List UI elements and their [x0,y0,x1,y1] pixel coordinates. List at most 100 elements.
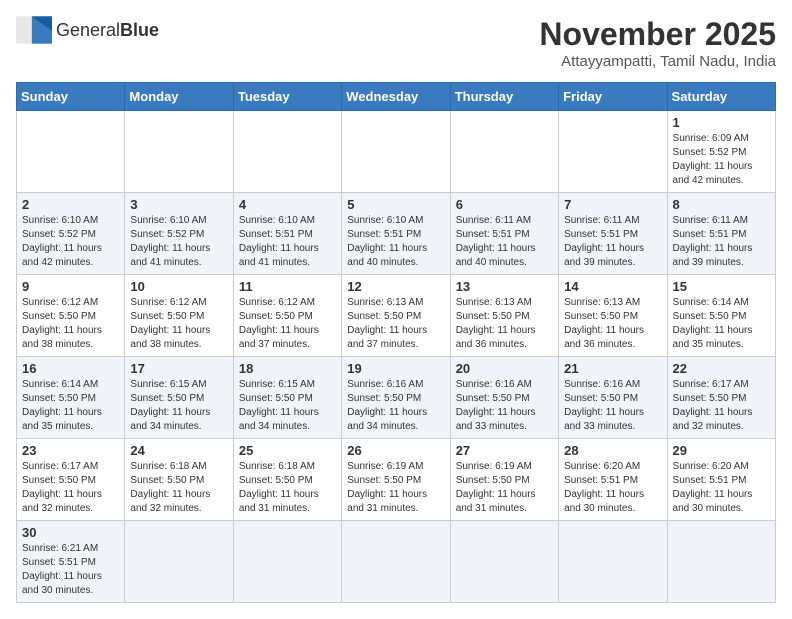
day-number: 30 [22,525,119,540]
calendar-cell [125,521,233,603]
day-info: Sunrise: 6:13 AMSunset: 5:50 PMDaylight:… [564,296,661,352]
calendar-cell: 26Sunrise: 6:19 AMSunset: 5:50 PMDayligh… [342,439,450,521]
day-number: 7 [564,197,661,212]
weekday-header-friday: Friday [559,83,667,111]
day-info: Sunrise: 6:12 AMSunset: 5:50 PMDaylight:… [22,296,119,352]
calendar-week-row: 23 Sunrise: 6:17 AMSunset: 5:50 PMDayligh… [17,439,776,521]
day-info: Sunrise: 6:10 AMSunset: 5:51 PMDaylight:… [347,214,444,270]
day-number: 8 [673,197,770,212]
day-number: 17 [130,361,227,376]
logo-text: GeneralBlue [56,20,159,41]
calendar-cell: 6 Sunrise: 6:11 AMSunset: 5:51 PMDaylight… [450,193,558,275]
day-number: 11 [239,279,336,294]
calendar-cell [233,521,341,603]
day-info: Sunrise: 6:14 AMSunset: 5:50 PMDaylight:… [22,378,119,434]
calendar-cell [559,111,667,193]
day-info: Sunrise: 6:18 AMSunset: 5:50 PMDaylight:… [239,460,336,516]
day-info: Sunrise: 6:12 AMSunset: 5:50 PMDaylight:… [239,296,336,352]
day-info: Sunrise: 6:20 AMSunset: 5:51 PMDaylight:… [673,460,770,516]
day-number: 25 [239,443,336,458]
day-number: 23 [22,443,119,458]
day-info: Sunrise: 6:19 AMSunset: 5:50 PMDaylight:… [347,460,444,516]
weekday-header-sunday: Sunday [17,83,125,111]
calendar-cell: 24 Sunrise: 6:18 AMSunset: 5:50 PMDayligh… [125,439,233,521]
day-number: 29 [673,443,770,458]
title-area: November 2025 Attayyampatti, Tamil Nadu,… [539,16,776,70]
calendar-cell: 1 Sunrise: 6:09 AMSunset: 5:52 PMDaylight… [667,111,775,193]
day-number: 27 [456,443,553,458]
calendar-cell: 2 Sunrise: 6:10 AMSunset: 5:52 PMDaylight… [17,193,125,275]
day-info: Sunrise: 6:15 AMSunset: 5:50 PMDaylight:… [130,378,227,434]
day-number: 13 [456,279,553,294]
calendar-cell: 7Sunrise: 6:11 AMSunset: 5:51 PMDaylight… [559,193,667,275]
calendar-cell: 9 Sunrise: 6:12 AMSunset: 5:50 PMDaylight… [17,275,125,357]
day-number: 24 [130,443,227,458]
day-info: Sunrise: 6:14 AMSunset: 5:50 PMDaylight:… [673,296,770,352]
day-number: 20 [456,361,553,376]
day-number: 2 [22,197,119,212]
day-info: Sunrise: 6:17 AMSunset: 5:50 PMDaylight:… [673,378,770,434]
day-info: Sunrise: 6:10 AMSunset: 5:52 PMDaylight:… [22,214,119,270]
calendar-cell: 16Sunrise: 6:14 AMSunset: 5:50 PMDayligh… [17,357,125,439]
day-info: Sunrise: 6:10 AMSunset: 5:51 PMDaylight:… [239,214,336,270]
calendar-cell [450,111,558,193]
calendar-cell [559,521,667,603]
day-number: 19 [347,361,444,376]
day-info: Sunrise: 6:09 AMSunset: 5:52 PMDaylight:… [673,132,770,188]
day-info: Sunrise: 6:18 AMSunset: 5:50 PMDaylight:… [130,460,227,516]
calendar-cell [667,521,775,603]
month-title: November 2025 [539,16,776,53]
calendar-cell: 10Sunrise: 6:12 AMSunset: 5:50 PMDayligh… [125,275,233,357]
weekday-header-tuesday: Tuesday [233,83,341,111]
day-number: 15 [673,279,770,294]
calendar-cell: 4 Sunrise: 6:10 AMSunset: 5:51 PMDaylight… [233,193,341,275]
day-info: Sunrise: 6:20 AMSunset: 5:51 PMDaylight:… [564,460,661,516]
day-info: Sunrise: 6:11 AMSunset: 5:51 PMDaylight:… [456,214,553,270]
logo: GeneralBlue [16,16,159,44]
calendar-cell: 12Sunrise: 6:13 AMSunset: 5:50 PMDayligh… [342,275,450,357]
calendar-cell: 30 Sunrise: 6:21 AMSunset: 5:51 PMDayligh… [17,521,125,603]
day-number: 9 [22,279,119,294]
day-number: 18 [239,361,336,376]
day-info: Sunrise: 6:13 AMSunset: 5:50 PMDaylight:… [347,296,444,352]
day-info: Sunrise: 6:12 AMSunset: 5:50 PMDaylight:… [130,296,227,352]
calendar-cell: 22Sunrise: 6:17 AMSunset: 5:50 PMDayligh… [667,357,775,439]
calendar-cell [450,521,558,603]
day-number: 4 [239,197,336,212]
location-title: Attayyampatti, Tamil Nadu, India [539,53,776,70]
calendar-cell: 29 Sunrise: 6:20 AMSunset: 5:51 PMDayligh… [667,439,775,521]
weekday-header-wednesday: Wednesday [342,83,450,111]
calendar-cell [233,111,341,193]
day-info: Sunrise: 6:16 AMSunset: 5:50 PMDaylight:… [564,378,661,434]
day-info: Sunrise: 6:19 AMSunset: 5:50 PMDaylight:… [456,460,553,516]
calendar-cell: 13 Sunrise: 6:13 AMSunset: 5:50 PMDayligh… [450,275,558,357]
day-number: 3 [130,197,227,212]
calendar-cell: 23 Sunrise: 6:17 AMSunset: 5:50 PMDayligh… [17,439,125,521]
day-info: Sunrise: 6:16 AMSunset: 5:50 PMDaylight:… [347,378,444,434]
calendar-cell: 8Sunrise: 6:11 AMSunset: 5:51 PMDaylight… [667,193,775,275]
day-number: 6 [456,197,553,212]
calendar-week-row: 1 Sunrise: 6:09 AMSunset: 5:52 PMDaylight… [17,111,776,193]
calendar-week-row: 9 Sunrise: 6:12 AMSunset: 5:50 PMDaylight… [17,275,776,357]
logo-icon [16,16,52,44]
calendar-week-row: 2 Sunrise: 6:10 AMSunset: 5:52 PMDaylight… [17,193,776,275]
day-info: Sunrise: 6:17 AMSunset: 5:50 PMDaylight:… [22,460,119,516]
day-number: 14 [564,279,661,294]
calendar-cell: 17 Sunrise: 6:15 AMSunset: 5:50 PMDayligh… [125,357,233,439]
calendar-cell [342,111,450,193]
day-info: Sunrise: 6:15 AMSunset: 5:50 PMDaylight:… [239,378,336,434]
weekday-header-monday: Monday [125,83,233,111]
calendar-week-row: 30 Sunrise: 6:21 AMSunset: 5:51 PMDayligh… [17,521,776,603]
calendar-cell: 14 Sunrise: 6:13 AMSunset: 5:50 PMDayligh… [559,275,667,357]
calendar-cell: 21 Sunrise: 6:16 AMSunset: 5:50 PMDayligh… [559,357,667,439]
day-info: Sunrise: 6:13 AMSunset: 5:50 PMDaylight:… [456,296,553,352]
calendar-cell: 5 Sunrise: 6:10 AMSunset: 5:51 PMDaylight… [342,193,450,275]
calendar-cell: 19 Sunrise: 6:16 AMSunset: 5:50 PMDayligh… [342,357,450,439]
day-info: Sunrise: 6:21 AMSunset: 5:51 PMDaylight:… [22,542,119,598]
day-number: 5 [347,197,444,212]
day-number: 1 [673,115,770,130]
calendar-cell: 20Sunrise: 6:16 AMSunset: 5:50 PMDayligh… [450,357,558,439]
day-info: Sunrise: 6:10 AMSunset: 5:52 PMDaylight:… [130,214,227,270]
calendar-cell: 28Sunrise: 6:20 AMSunset: 5:51 PMDayligh… [559,439,667,521]
day-number: 21 [564,361,661,376]
